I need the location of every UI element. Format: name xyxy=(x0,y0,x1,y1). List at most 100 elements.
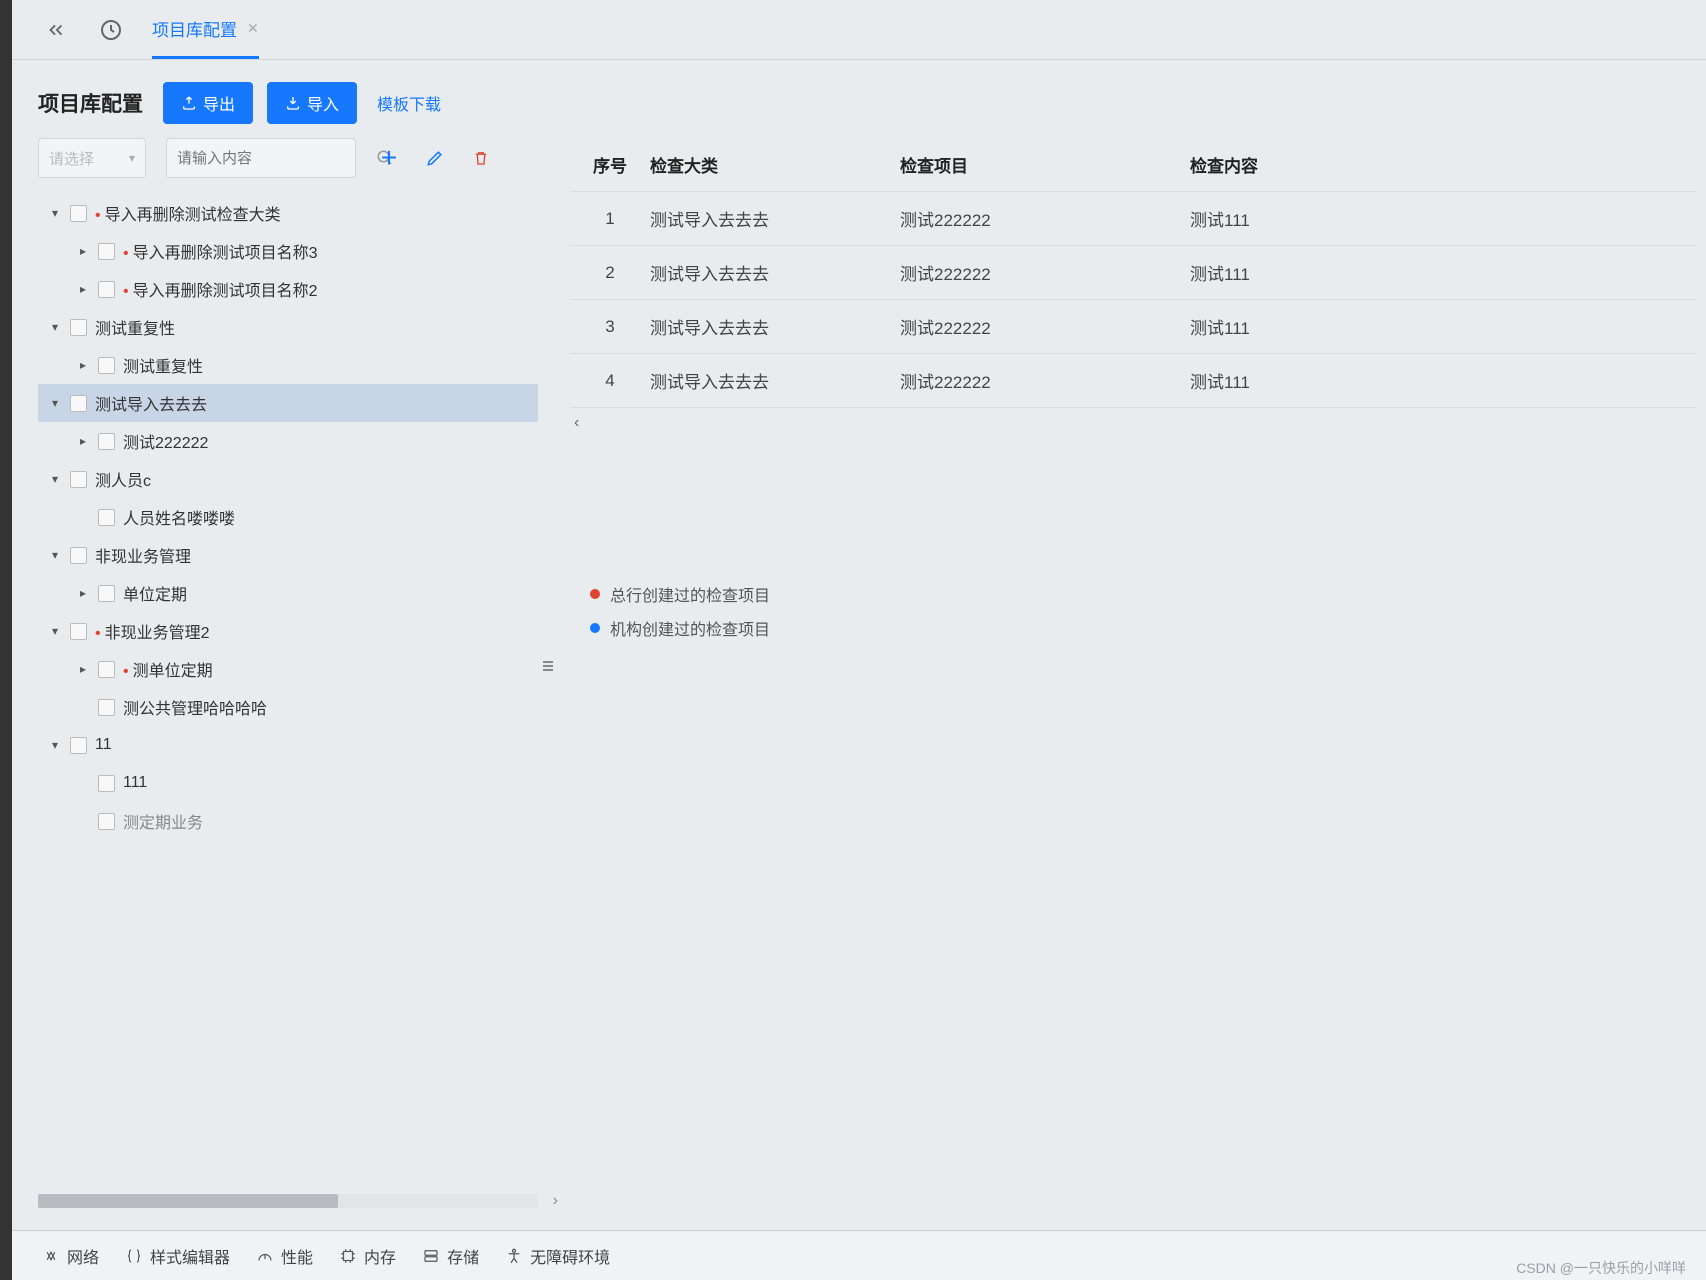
tree-toggle-icon[interactable]: ▾ xyxy=(48,624,62,638)
tree-checkbox[interactable] xyxy=(70,547,87,564)
tree-checkbox[interactable] xyxy=(98,433,115,450)
tree-node[interactable]: ▸ 导入再删除测试项目名称3 xyxy=(38,232,538,270)
tree-toggle-icon[interactable]: ▸ xyxy=(76,358,90,372)
devtools-network[interactable]: 网络 xyxy=(42,1244,99,1268)
tree-node[interactable]: ▸测单位定期 xyxy=(38,650,538,688)
filter-select[interactable]: 请选择 ▾ xyxy=(38,138,146,178)
tree-toggle-icon[interactable]: ▾ xyxy=(48,206,62,220)
tree-checkbox[interactable] xyxy=(70,623,87,640)
devtools-memory[interactable]: 内存 xyxy=(339,1244,396,1268)
tree-checkbox[interactable] xyxy=(98,585,115,602)
tree-checkbox[interactable] xyxy=(70,205,87,222)
scroll-thumb[interactable] xyxy=(38,1194,338,1208)
tree-node-label: 导入再删除测试项目名称3 xyxy=(123,239,318,263)
import-button[interactable]: 导入 xyxy=(267,82,357,124)
cell-category: 测试导入去去去 xyxy=(650,206,900,231)
devtools-a11y-label: 无障碍环境 xyxy=(530,1244,610,1268)
tab-project-library-config[interactable]: 项目库配置 ✕ xyxy=(152,1,259,59)
tree-toggle-icon[interactable]: ▾ xyxy=(48,396,62,410)
tree-node[interactable]: 人员姓名喽喽喽 xyxy=(38,498,538,536)
splitter-handle[interactable] xyxy=(543,661,553,685)
tree-node[interactable]: ▸单位定期 xyxy=(38,574,538,612)
devtools-network-label: 网络 xyxy=(67,1244,99,1268)
tab-label: 项目库配置 xyxy=(152,16,237,41)
tree-checkbox[interactable] xyxy=(98,699,115,716)
tree-toggle-icon[interactable]: ▸ xyxy=(76,586,90,600)
tree-checkbox[interactable] xyxy=(98,509,115,526)
import-label: 导入 xyxy=(307,91,339,115)
tree-node-label: 非现业务管理2 xyxy=(95,619,210,643)
devtools-performance[interactable]: 性能 xyxy=(256,1244,313,1268)
tree-node[interactable]: ▾ 11 xyxy=(38,726,538,764)
template-download-link[interactable]: 模板下载 xyxy=(377,91,441,115)
add-button[interactable]: + xyxy=(376,145,402,171)
tree-node[interactable]: ▾ 非现业务管理2 xyxy=(38,612,538,650)
devtools-storage[interactable]: 存储 xyxy=(422,1244,479,1268)
devtools-storage-label: 存储 xyxy=(447,1244,479,1268)
tree-toggle-icon[interactable]: ▸ xyxy=(76,282,90,296)
tree-toggle-icon[interactable]: ▸ xyxy=(76,434,90,448)
left-panel: 请选择 ▾ + ▾导入再删除测试检查大类▸导入再删除测试项目名称3▸导入再 xyxy=(38,138,538,1208)
table-row[interactable]: 3测试导入去去去测试222222测试111 xyxy=(570,300,1696,354)
table-row[interactable]: 4测试导入去去去测试222222测试111 xyxy=(570,354,1696,408)
col-index: 序号 xyxy=(570,152,650,177)
edit-button[interactable] xyxy=(422,145,448,171)
close-icon[interactable]: ✕ xyxy=(247,20,259,37)
tree-node-label: 导入再删除测试检查大类 xyxy=(95,201,281,225)
tree-node[interactable]: ▾测试导入去去去 xyxy=(38,384,538,422)
tree-checkbox[interactable] xyxy=(98,243,115,260)
tree-toggle-icon[interactable]: ▾ xyxy=(48,320,62,334)
tree-node[interactable]: ▸测试重复性 xyxy=(38,346,538,384)
tree-checkbox[interactable] xyxy=(98,813,115,830)
tree-toggle-icon[interactable]: ▸ xyxy=(76,244,90,258)
tree-node-label: 11 xyxy=(95,736,112,754)
tree-node[interactable]: 测公共管理哈哈哈哈 xyxy=(38,688,538,726)
tree-toggle-icon[interactable]: ▾ xyxy=(48,548,62,562)
tree-checkbox[interactable] xyxy=(70,737,87,754)
tree-checkbox[interactable] xyxy=(70,395,87,412)
tree-node[interactable]: ▾ 测试重复性 xyxy=(38,308,538,346)
collapse-sidebar-button[interactable] xyxy=(42,16,70,44)
tree-node[interactable]: 111 xyxy=(38,764,538,802)
devtools-memory-label: 内存 xyxy=(364,1244,396,1268)
tree-h-scrollbar[interactable]: › xyxy=(38,1194,538,1208)
cell-item: 测试222222 xyxy=(900,260,1190,285)
tree-node[interactable]: ▾测人员c xyxy=(38,460,538,498)
cell-content: 测试111 xyxy=(1190,368,1390,393)
table-row[interactable]: 1测试导入去去去测试222222测试111 xyxy=(570,192,1696,246)
tree-checkbox[interactable] xyxy=(70,471,87,488)
legend-red-label: 总行创建过的检查项目 xyxy=(610,582,770,606)
blue-dot-icon xyxy=(590,623,600,633)
tree-toggle-icon[interactable]: ▸ xyxy=(76,662,90,676)
search-input[interactable] xyxy=(177,150,376,167)
export-icon xyxy=(181,95,197,111)
table-scroll-left-arrow[interactable]: ‹ xyxy=(570,414,1696,432)
tree-toggle-icon[interactable]: ▾ xyxy=(48,472,62,486)
tree-node-label: 测试222222 xyxy=(123,429,208,453)
history-button[interactable] xyxy=(96,15,126,45)
table: 序号 检查大类 检查项目 检查内容 1测试导入去去去测试222222测试1112… xyxy=(570,138,1696,408)
tree-node[interactable]: ▸ 测试222222 xyxy=(38,422,538,460)
scroll-right-arrow[interactable]: › xyxy=(553,1192,558,1210)
delete-button[interactable] xyxy=(468,145,494,171)
tree-node-label: 测公共管理哈哈哈哈 xyxy=(123,695,267,719)
tree-toggle-icon[interactable]: ▾ xyxy=(48,738,62,752)
devtools-style-editor[interactable]: 样式编辑器 xyxy=(125,1244,230,1268)
tree-checkbox[interactable] xyxy=(98,357,115,374)
devtools-accessibility[interactable]: 无障碍环境 xyxy=(505,1244,610,1268)
tree-node[interactable]: ▾ 导入再删除测试检查大类 xyxy=(38,194,538,232)
tree-checkbox[interactable] xyxy=(98,281,115,298)
tree-node[interactable]: 测定期业务 xyxy=(38,802,538,840)
tree-node[interactable]: ▸导入再删除测试项目名称2 xyxy=(38,270,538,308)
export-button[interactable]: 导出 xyxy=(163,82,253,124)
tree-checkbox[interactable] xyxy=(98,661,115,678)
page-header: 项目库配置 导出 导入 模板下载 xyxy=(12,60,1706,138)
tree-node-label: 测试重复性 xyxy=(95,315,175,339)
chevron-down-icon: ▾ xyxy=(129,151,135,165)
tree-node[interactable]: ▾非现业务管理 xyxy=(38,536,538,574)
tree-checkbox[interactable] xyxy=(70,319,87,336)
page-title: 项目库配置 xyxy=(38,88,143,118)
cell-category: 测试导入去去去 xyxy=(650,368,900,393)
table-row[interactable]: 2测试导入去去去测试222222测试111 xyxy=(570,246,1696,300)
tree-checkbox[interactable] xyxy=(98,775,115,792)
